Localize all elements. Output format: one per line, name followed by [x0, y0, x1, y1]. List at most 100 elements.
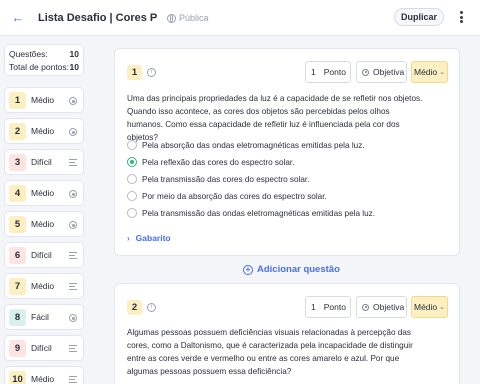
question-number-badge: 2: [127, 300, 142, 315]
question-number-badge: 6: [9, 247, 26, 264]
answer-option[interactable]: Pela reflexão das cores do espectro sola…: [127, 156, 294, 168]
question-number-badge: 2: [9, 123, 26, 140]
info-icon[interactable]: i: [147, 303, 156, 312]
question-type-label: Objetiva: [373, 67, 405, 77]
radio-icon: [69, 128, 77, 136]
answer-option-label: Pela transmissão das ondas eletromagnéti…: [142, 208, 376, 218]
radio-unchecked-icon[interactable]: [127, 208, 137, 218]
difficulty-select[interactable]: Médio ⌄: [411, 61, 448, 83]
add-question-label: Adicionar questão: [257, 264, 340, 275]
text-lines-icon: [69, 283, 77, 290]
difficulty-label: Difícil: [31, 343, 52, 353]
list-summary: Questões: 10 Total de pontos: 10: [4, 44, 84, 76]
question-number-badge: 7: [9, 278, 26, 295]
globe-icon: [167, 13, 176, 23]
radio-checked-icon[interactable]: [127, 157, 137, 167]
text-lines-icon: [69, 376, 77, 383]
sidebar-item-question-5[interactable]: 5 Médio: [4, 211, 84, 237]
sidebar-item-question-9[interactable]: 9 Difícil: [4, 335, 84, 361]
answer-option[interactable]: Por meio da absorção das cores do espect…: [127, 190, 327, 202]
sidebar-item-question-1[interactable]: 1 Médio: [4, 87, 84, 113]
plus-circle-icon: +: [243, 264, 253, 275]
radio-type-icon: [362, 68, 369, 76]
difficulty-label: Difícil: [31, 157, 52, 167]
points-value: 1: [311, 302, 316, 312]
text-lines-icon: [69, 252, 77, 259]
sidebar-item-question-4[interactable]: 4 Médio: [4, 180, 84, 206]
questions-count-value: 10: [69, 49, 79, 59]
question-number-badge: 10: [9, 371, 26, 384]
answer-option-label: Pela absorção das ondas eletromagnéticas…: [142, 140, 365, 150]
chevron-down-icon: ⌄: [439, 69, 446, 76]
visibility-status[interactable]: Pública: [167, 11, 209, 25]
answer-option[interactable]: Pela absorção das ondas eletromagnéticas…: [127, 139, 365, 151]
question-number-badge: 3: [9, 154, 26, 171]
arrow-left-icon[interactable]: ←: [10, 10, 26, 26]
difficulty-label: Médio: [413, 302, 438, 312]
difficulty-label: Médio: [31, 374, 55, 384]
questions-count-label: Questões:: [9, 49, 48, 59]
total-points-value: 10: [69, 62, 79, 72]
question-type-select[interactable]: Objetiva: [356, 61, 407, 83]
radio-icon: [69, 97, 77, 105]
radio-unchecked-icon[interactable]: [127, 174, 137, 184]
sidebar-item-question-6[interactable]: 6 Difícil: [4, 242, 84, 268]
question-number-badge: 1: [127, 65, 142, 80]
page-title: Lista Desafio | Cores Primárias: [38, 12, 158, 24]
points-field[interactable]: 1 Ponto: [305, 61, 351, 83]
sidebar-item-question-8[interactable]: 8 Fácil: [4, 304, 84, 330]
question-type-label: Objetiva: [373, 302, 405, 312]
points-value: 1: [311, 67, 316, 77]
difficulty-label: Difícil: [31, 250, 52, 260]
question-number-badge: 9: [9, 340, 26, 357]
sidebar-item-question-2[interactable]: 2 Médio: [4, 118, 84, 144]
difficulty-select[interactable]: Médio ⌄: [411, 296, 448, 318]
more-vertical-icon[interactable]: [455, 9, 467, 25]
points-field[interactable]: 1 Ponto: [305, 296, 351, 318]
top-bar: ← Lista Desafio | Cores Primárias Públic…: [0, 0, 480, 36]
answer-option-label: Por meio da absorção das cores do espect…: [142, 191, 327, 201]
difficulty-label: Médio: [31, 281, 55, 291]
total-points-label: Total de pontos:: [9, 62, 70, 72]
answer-option-label: Pela reflexão das cores do espectro sola…: [142, 157, 295, 167]
question-number-badge: 8: [9, 309, 26, 326]
radio-unchecked-icon[interactable]: [127, 191, 137, 201]
radio-icon: [69, 190, 77, 198]
question-number-badge: 1: [9, 92, 26, 109]
info-icon[interactable]: i: [147, 68, 156, 77]
radio-type-icon: [362, 303, 369, 311]
answer-option[interactable]: Pela transmissão das cores do espectro s…: [127, 173, 309, 185]
radio-icon: [69, 221, 77, 229]
question-number-badge: 4: [9, 185, 26, 202]
text-lines-icon: [69, 159, 77, 166]
radio-icon: [69, 314, 77, 322]
difficulty-label: Médio: [31, 219, 55, 229]
add-question-button[interactable]: + Adicionar questão: [243, 264, 340, 275]
chevron-right-icon: ›: [127, 233, 130, 243]
sidebar-item-question-10[interactable]: 10 Médio: [4, 366, 84, 384]
chevron-down-icon: ⌄: [439, 304, 446, 311]
sidebar-item-question-3[interactable]: 3 Difícil: [4, 149, 84, 175]
question-number-badge: 5: [9, 216, 26, 233]
question-text: Algumas pessoas possuem deficiências vis…: [127, 328, 413, 376]
difficulty-label: Fácil: [31, 312, 49, 322]
duplicate-button[interactable]: Duplicar: [394, 8, 444, 26]
radio-unchecked-icon[interactable]: [127, 140, 137, 150]
answer-key-label: Gabarito: [135, 233, 171, 243]
answer-option-label: Pela transmissão das cores do espectro s…: [142, 174, 310, 184]
question-type-select[interactable]: Objetiva: [356, 296, 407, 318]
difficulty-label: Médio: [413, 67, 438, 77]
visibility-label: Pública: [179, 13, 209, 23]
points-label: Ponto: [323, 302, 346, 312]
answer-key-toggle[interactable]: › Gabarito: [127, 233, 171, 243]
difficulty-label: Médio: [31, 126, 55, 136]
text-lines-icon: [69, 345, 77, 352]
question-text: Uma das principais propriedades da luz é…: [127, 94, 423, 142]
points-label: Ponto: [323, 67, 346, 77]
difficulty-label: Médio: [31, 95, 55, 105]
question-card-2: 2 i 1 Ponto Objetiva Médio ⌄ Algumas pes…: [114, 283, 460, 384]
difficulty-label: Médio: [31, 188, 55, 198]
answer-option[interactable]: Pela transmissão das ondas eletromagnéti…: [127, 207, 375, 219]
sidebar-item-question-7[interactable]: 7 Médio: [4, 273, 84, 299]
question-card-1: 1 i 1 Ponto Objetiva Médio ⌄ Uma das pri…: [114, 48, 460, 256]
